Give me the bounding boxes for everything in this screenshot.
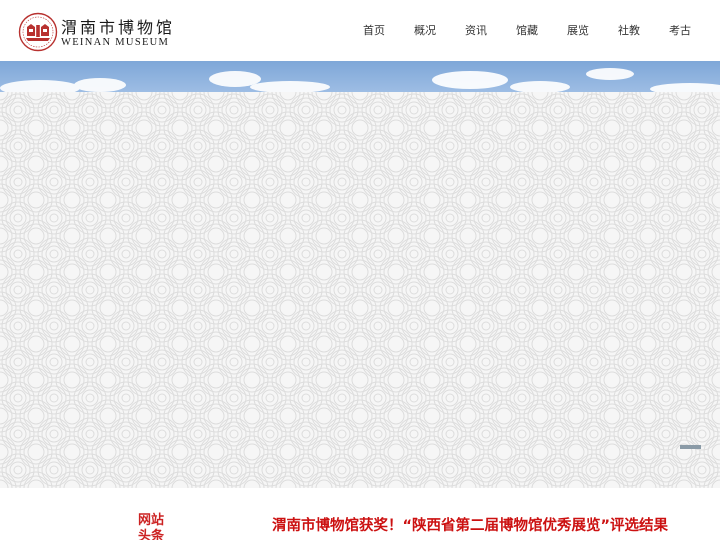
main-nav: 首页 概况 资讯 馆藏 展览 社教 考古 xyxy=(0,23,720,39)
carousel-indicator[interactable] xyxy=(680,445,701,449)
headline-news-bar: 网站头条 渭南市博物馆获奖！“陕西省第二届博物馆优秀展览”评选结果 xyxy=(128,490,720,540)
nav-item-education[interactable]: 社教 xyxy=(618,23,640,39)
nav-item-home[interactable]: 首页 xyxy=(363,23,385,39)
nav-item-collection[interactable]: 馆藏 xyxy=(516,23,538,39)
cloud-pattern-background xyxy=(0,92,720,488)
nav-item-exhibition[interactable]: 展览 xyxy=(567,23,589,39)
site-header: 渭南市博物馆 WEINAN MUSEUM 首页 概况 资讯 馆藏 展览 社教 考… xyxy=(0,0,720,61)
headline-link[interactable]: 渭南市博物馆获奖！“陕西省第二届博物馆优秀展览”评选结果 xyxy=(272,514,668,535)
nav-item-archaeology[interactable]: 考古 xyxy=(669,23,691,39)
sky-banner-strip xyxy=(0,61,720,92)
nav-item-news[interactable]: 资讯 xyxy=(465,23,487,39)
headline-tag: 网站头条 xyxy=(138,513,165,540)
nav-item-overview[interactable]: 概况 xyxy=(414,23,436,39)
